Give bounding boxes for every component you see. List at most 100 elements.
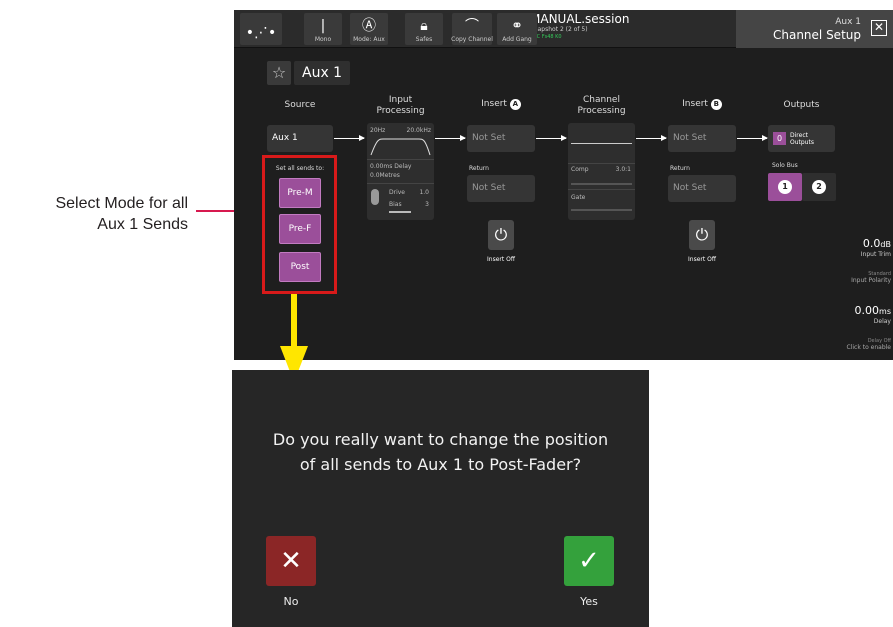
microphone-icon — [371, 189, 379, 205]
delay-value: 0.00 — [854, 304, 880, 317]
solo-bus-2-number: 2 — [812, 180, 826, 194]
yes-button[interactable]: ✓ — [564, 536, 614, 586]
dialog-message-line2: of all sends to Aux 1 to Post-Fader? — [299, 455, 582, 474]
annotation-line1: Select Mode for all — [55, 195, 188, 212]
mono-icon: | — [320, 18, 326, 34]
link-icon: ⚭ — [511, 18, 523, 34]
input-trim[interactable]: 0.0dB Input Trim — [861, 237, 891, 259]
flow-arrow — [536, 135, 567, 141]
delay-unit: ms — [879, 307, 891, 316]
panel-title: Channel Setup — [772, 28, 861, 42]
session-info: MANUAL.session Snapshot 2 (2 of 5) REC F… — [530, 13, 629, 41]
insert-a-return-selector[interactable]: Not Set — [467, 175, 535, 202]
delay-metres: 0.0Metres — [370, 172, 400, 179]
mode-aux-label: Mode: Aux — [353, 36, 385, 43]
bias-value: 3 — [425, 201, 429, 208]
insert-a-heading: Insert A — [467, 99, 535, 110]
delay-enable-toggle[interactable]: Delay Off Click to enable — [847, 338, 891, 351]
input-processing-heading: Input Processing — [367, 95, 434, 117]
routing-icon: •⋰• — [245, 25, 277, 41]
close-icon: ✕ — [280, 546, 302, 576]
annotation-text: Select Mode for all Aux 1 Sends — [0, 193, 188, 235]
insert-b-send-selector[interactable]: Not Set — [668, 125, 736, 152]
mode-aux-icon: Ⓐ — [362, 18, 376, 34]
annotation-line2: Aux 1 Sends — [97, 216, 188, 233]
lpf-frequency: 20.0kHz — [406, 127, 432, 134]
channel-processing-heading: Channel Processing — [568, 95, 635, 117]
outputs-heading: Outputs — [783, 100, 820, 110]
channel-processing-panel[interactable]: Comp 3.0:1 Gate — [568, 123, 635, 220]
manual-figure: Select Mode for all Aux 1 Sends •⋰• | Mo… — [0, 0, 893, 627]
lock-icon: 🔒︎ — [420, 18, 428, 34]
input-processing-panel[interactable]: 20Hz 20.0kHz 0.00ms Delay 0.0Metres Driv… — [367, 123, 434, 220]
drive-label: Drive — [389, 189, 405, 196]
mono-button[interactable]: | Mono — [304, 13, 342, 45]
channel-name[interactable]: Aux 1 — [294, 61, 350, 85]
mono-label: Mono — [314, 36, 332, 43]
insert-b-heading-text: Insert — [682, 99, 708, 109]
rec-status: REC Fs48 K0 — [530, 34, 562, 40]
insert-b-power-icon[interactable]: ⏻ — [689, 220, 715, 250]
insert-a-status: Insert Off — [487, 256, 515, 263]
direct-outputs-button[interactable]: 0 Direct Outputs — [768, 125, 835, 152]
dialog-message: Do you really want to change the positio… — [232, 427, 649, 477]
mode-aux-button[interactable]: Ⓐ Mode: Aux — [350, 13, 388, 45]
drive-value: 1.0 — [419, 189, 429, 196]
add-gang-button[interactable]: ⚭ Add Gang — [497, 13, 537, 45]
solo-bus-1-number: 1 — [778, 180, 792, 194]
favourite-star-icon[interactable]: ☆ — [267, 61, 291, 85]
add-gang-label: Add Gang — [502, 36, 532, 43]
insert-a-heading-text: Insert — [481, 99, 507, 109]
channel-setup-panel-header: Aux 1 Channel Setup ✕ — [736, 10, 893, 48]
gate-label: Gate — [571, 194, 586, 201]
toolbar: •⋰• | Mono Ⓐ Mode: Aux 🔒︎ Safes ⌒ Copy C… — [234, 10, 893, 48]
insert-a-return-label: Return — [469, 165, 489, 172]
confirm-dialog: Do you really want to change the positio… — [232, 370, 649, 627]
flow-arrow — [737, 135, 768, 141]
highlight-box — [262, 155, 337, 294]
input-polarity-label: Input Polarity — [851, 277, 891, 284]
copy-channel-button[interactable]: ⌒ Copy Channel — [451, 13, 493, 45]
close-icon[interactable]: ✕ — [871, 20, 887, 36]
session-title: MANUAL.session — [530, 12, 630, 26]
input-processing-heading-text: Input Processing — [376, 95, 425, 116]
source-selector[interactable]: Aux 1 — [267, 125, 333, 152]
safes-button[interactable]: 🔒︎ Safes — [405, 13, 443, 45]
yes-label: Yes — [580, 595, 598, 608]
insert-a-send-selector[interactable]: Not Set — [467, 125, 535, 152]
channel-processing-heading-text: Channel Processing — [577, 95, 626, 116]
checkmark-icon: ✓ — [578, 546, 600, 576]
insert-b-return-selector[interactable]: Not Set — [668, 175, 736, 202]
safes-label: Safes — [415, 36, 433, 43]
insert-b-heading: Insert B — [668, 99, 736, 110]
comp-ratio: 3.0:1 — [615, 166, 631, 173]
input-polarity[interactable]: Standard Input Polarity — [851, 271, 891, 284]
flow-arrow — [334, 135, 365, 141]
yellow-arrow-stem — [291, 294, 297, 350]
flow-arrow — [435, 135, 466, 141]
b-badge-icon: B — [710, 99, 722, 110]
insert-b-return-label: Return — [670, 165, 690, 172]
insert-a-power-icon[interactable]: ⏻ — [488, 220, 514, 250]
hpf-frequency: 20Hz — [370, 127, 386, 134]
solo-bus-2-button[interactable]: 2 — [802, 173, 836, 201]
a-badge-icon: A — [509, 99, 521, 110]
routing-button[interactable]: •⋰• — [240, 13, 282, 45]
input-trim-value: 0.0 — [862, 237, 881, 250]
no-label: No — [283, 595, 299, 608]
no-button[interactable]: ✕ — [266, 536, 316, 586]
comp-label: Comp — [571, 166, 589, 173]
delay-label: Delay — [873, 318, 891, 325]
solo-bus-1-button[interactable]: 1 — [768, 173, 802, 201]
solo-bus-label: Solo Bus — [772, 162, 798, 169]
snapshot-label: Snapshot 2 (2 of 5) — [530, 26, 588, 33]
copy-channel-icon: ⌒ — [465, 18, 479, 34]
direct-outputs-label: Direct Outputs — [790, 132, 814, 146]
dialog-message-line1: Do you really want to change the positio… — [272, 430, 609, 449]
input-trim-unit: dB — [880, 240, 891, 249]
input-delay: 0.00ms Delay — [370, 163, 412, 170]
panel-channel-name: Aux 1 — [835, 17, 861, 27]
filter-curve-graphic — [370, 138, 431, 156]
flow-arrow — [636, 135, 667, 141]
delay-control[interactable]: 0.00ms Delay — [854, 304, 891, 326]
